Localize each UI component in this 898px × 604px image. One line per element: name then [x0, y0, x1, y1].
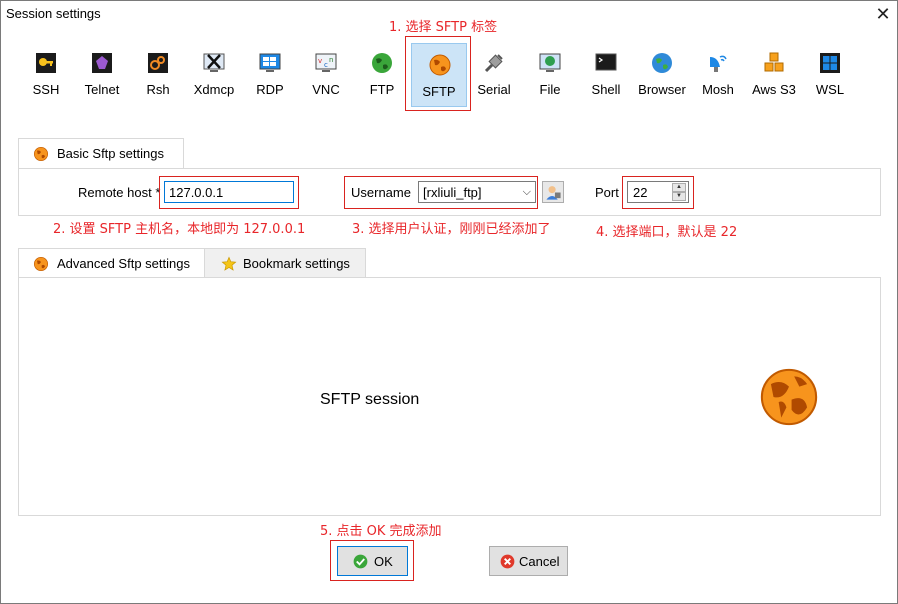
svg-text:c: c	[324, 61, 328, 69]
rdp-monitor-icon	[259, 53, 281, 72]
username-value: [rxliuli_ftp]	[423, 185, 482, 200]
protocol-label: WSL	[815, 82, 845, 97]
port-label: Port	[595, 185, 619, 200]
close-icon[interactable]: ✕	[873, 3, 893, 25]
tab-basic-sftp-settings[interactable]: Basic Sftp settings	[18, 138, 184, 169]
protocol-label: Telnet	[84, 82, 120, 97]
annotation-step-2: 2. 设置 SFTP 主机名，本地即为 127.0.0.1	[53, 222, 306, 237]
sftp-globe-icon	[429, 54, 451, 76]
ftp-globe-icon	[372, 53, 392, 73]
protocol-sftp[interactable]: SFTP	[411, 43, 467, 107]
port-stepper[interactable]: 22 ▲ ▼	[627, 181, 689, 203]
protocol-label: Aws S3	[752, 82, 796, 97]
tab-advanced-sftp-settings[interactable]: Advanced Sftp settings	[18, 248, 205, 278]
protocol-label: FTP	[369, 82, 395, 97]
protocol-label: File	[539, 82, 561, 97]
protocol-ssh[interactable]: SSH	[19, 45, 73, 105]
shell-terminal-icon	[595, 53, 617, 71]
cancel-label: Cancel	[519, 554, 560, 569]
protocol-wsl[interactable]: WSL	[803, 45, 857, 105]
tab-bookmark-settings[interactable]: Bookmark settings	[204, 248, 366, 278]
rsh-icon	[148, 53, 168, 73]
svg-text:v: v	[318, 57, 322, 65]
ok-button[interactable]: OK	[337, 546, 408, 576]
key-icon	[36, 53, 56, 73]
cancel-button[interactable]: Cancel	[489, 546, 568, 576]
protocol-rsh[interactable]: Rsh	[131, 45, 185, 105]
sftp-globe-icon	[760, 368, 818, 426]
check-circle-icon	[353, 554, 368, 569]
decrement-arrow-icon[interactable]: ▼	[672, 192, 686, 201]
remote-host-label: Remote host *	[78, 185, 161, 200]
protocol-label: Browser	[638, 82, 686, 97]
protocol-label: SFTP	[422, 84, 456, 99]
cancel-circle-icon	[500, 554, 515, 569]
protocol-label: Mosh	[702, 82, 734, 97]
user-avatar-icon	[546, 186, 561, 200]
protocol-label: Shell	[591, 82, 621, 97]
protocol-serial[interactable]: Serial	[467, 45, 521, 105]
remote-host-input[interactable]: 127.0.0.1	[164, 181, 294, 203]
serial-plug-icon	[484, 54, 503, 73]
tab-label: Basic Sftp settings	[57, 146, 164, 161]
protocol-shell[interactable]: Shell	[579, 45, 633, 105]
telnet-icon	[92, 53, 112, 73]
annotation-step-4: 4. 选择端口，默认是 22	[596, 225, 738, 240]
sftp-globe-icon	[34, 257, 48, 271]
protocol-label: Serial	[477, 82, 511, 97]
port-value: 22	[633, 185, 648, 200]
window-title: Session settings	[6, 6, 101, 21]
protocol-label: VNC	[312, 82, 340, 97]
protocol-aws-s3[interactable]: Aws S3	[747, 45, 801, 105]
sftp-globe-icon	[34, 147, 48, 161]
tab-label: Bookmark settings	[243, 256, 350, 271]
vnc-icon: v cn	[315, 53, 337, 72]
protocol-vnc[interactable]: vcn VNC	[299, 45, 353, 105]
session-type-label: SFTP session	[320, 391, 420, 408]
protocol-label: SSH	[32, 82, 60, 97]
username-label: Username	[351, 185, 411, 200]
aws-cubes-icon	[764, 52, 784, 72]
annotation-step-3: 3. 选择用户认证，刚刚已经添加了	[352, 222, 551, 237]
svg-text:n: n	[329, 56, 333, 64]
protocol-label: Rsh	[146, 82, 170, 97]
protocol-xdmcp[interactable]: Xdmcp	[187, 45, 241, 105]
protocol-mosh[interactable]: Mosh	[691, 45, 745, 105]
mosh-satellite-icon	[710, 55, 727, 72]
file-monitor-icon	[539, 53, 561, 72]
windows-icon	[820, 53, 840, 73]
star-icon	[221, 256, 237, 271]
user-manager-button[interactable]	[542, 181, 564, 203]
username-select[interactable]: [rxliuli_ftp] ⌵	[418, 181, 536, 203]
protocol-rdp[interactable]: RDP	[243, 45, 297, 105]
protocol-label: Xdmcp	[193, 82, 235, 97]
session-settings-window: Session settings ✕ SSH Telnet Rsh Xdmcp …	[0, 0, 898, 604]
annotation-step-5: 5. 点击 OK 完成添加	[320, 524, 442, 539]
xdmcp-icon	[203, 53, 225, 72]
protocol-browser[interactable]: Browser	[635, 45, 689, 105]
browser-globe-icon	[652, 53, 672, 73]
protocol-telnet[interactable]: Telnet	[75, 45, 129, 105]
protocol-ftp[interactable]: FTP	[355, 45, 409, 105]
increment-arrow-icon[interactable]: ▲	[672, 183, 686, 192]
chevron-down-icon: ⌵	[522, 186, 531, 198]
annotation-step-1: 1. 选择 SFTP 标签	[389, 20, 498, 35]
tab-label: Advanced Sftp settings	[57, 256, 190, 271]
session-preview-panel	[18, 277, 881, 516]
required-asterisk: *	[155, 185, 161, 200]
ok-label: OK	[374, 554, 393, 569]
protocol-label: RDP	[256, 82, 284, 97]
protocol-file[interactable]: File	[523, 45, 577, 105]
